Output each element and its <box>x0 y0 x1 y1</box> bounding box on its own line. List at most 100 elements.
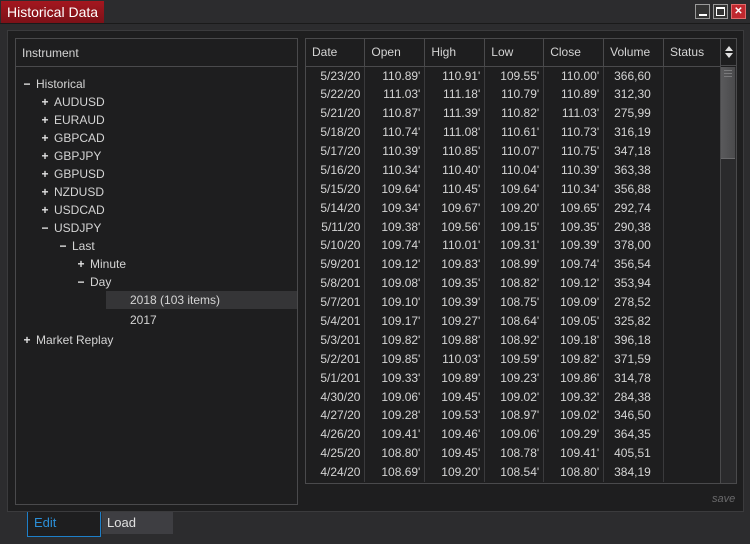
expand-icon[interactable]: + <box>40 147 50 165</box>
table-row[interactable]: 4/26/20 109.41' 109.46' 109.06' 109.29' 364,3… <box>306 424 722 444</box>
table-row[interactable]: 4/24/20 108.69' 109.20' 108.54' 108.80' 384,1… <box>306 462 722 482</box>
table-row[interactable]: 5/3/201 109.82' 109.88' 108.92' 109.18' 396,1… <box>306 330 722 350</box>
cell-date: 5/21/20 <box>306 103 366 123</box>
table-row[interactable]: 5/23/20 110.89' 110.91' 109.55' 110.00' 366,6… <box>306 66 722 85</box>
table-row[interactable]: 5/17/20 110.39' 110.85' 110.07' 110.75' 347,1… <box>306 141 722 161</box>
column-header-date[interactable]: Date <box>306 39 366 67</box>
cell-close: 109.65' <box>543 198 605 218</box>
tree-item[interactable]: + GBPJPY <box>16 147 297 165</box>
cell-date: 4/25/20 <box>306 443 366 463</box>
expand-icon[interactable]: + <box>40 111 50 129</box>
maximize-button[interactable] <box>713 4 728 19</box>
tree-item[interactable]: + USDCAD <box>16 201 297 219</box>
expand-icon[interactable]: + <box>22 331 32 349</box>
collapse-icon[interactable]: − <box>58 237 68 255</box>
tree-item[interactable]: − USDJPY <box>16 219 297 237</box>
cell-low: 110.79' <box>484 84 545 104</box>
column-header-close[interactable]: Close <box>543 39 605 67</box>
table-row[interactable]: 5/1/201 109.33' 109.89' 109.23' 109.86' 314,7… <box>306 368 722 388</box>
cell-open: 109.85' <box>364 349 426 369</box>
tree-item[interactable]: + NZDUSD <box>16 183 297 201</box>
cell-status <box>663 198 722 218</box>
scroll-up-icon[interactable] <box>724 46 733 51</box>
table-row[interactable]: 5/18/20 110.74' 111.08' 110.61' 110.73' 316,1… <box>306 122 722 142</box>
cell-low: 108.54' <box>484 462 545 482</box>
table-row[interactable]: 4/30/20 109.06' 109.45' 109.02' 109.32' 284,3… <box>306 387 722 407</box>
table-row[interactable]: 5/10/20 109.74' 110.01' 109.31' 109.39' 378,0… <box>306 236 722 255</box>
tree-item[interactable]: − Last <box>16 237 297 255</box>
table-row[interactable]: 5/15/20 109.64' 110.45' 109.64' 110.34' 356,8… <box>306 179 722 199</box>
save-link[interactable]: save <box>712 493 735 505</box>
column-header-open[interactable]: Open <box>364 39 426 67</box>
close-icon: ✕ <box>734 6 743 17</box>
cell-open: 109.82' <box>364 330 426 350</box>
cell-high: 111.18' <box>424 84 486 104</box>
expand-icon[interactable]: + <box>40 165 50 183</box>
close-button[interactable]: ✕ <box>731 4 746 19</box>
cell-status <box>663 330 722 350</box>
table-row[interactable]: 4/25/20 108.80' 109.45' 108.78' 109.41' 405,5… <box>306 443 722 463</box>
cell-status <box>663 368 722 388</box>
cell-volume: 312,30 <box>603 84 665 104</box>
table-row[interactable]: 5/14/20 109.34' 109.67' 109.20' 109.65' 292,7… <box>306 198 722 218</box>
expand-icon[interactable]: + <box>40 93 50 111</box>
vertical-scrollbar[interactable] <box>720 39 736 483</box>
minimize-button[interactable] <box>695 4 710 19</box>
table-row[interactable]: 5/7/201 109.10' 109.39' 108.75' 109.09' 278,5… <box>306 292 722 312</box>
cell-close: 110.00' <box>543 66 605 85</box>
cell-high: 109.67' <box>424 198 486 218</box>
table-row[interactable]: 5/16/20 110.34' 110.40' 110.04' 110.39' 363,3… <box>306 160 722 180</box>
cell-open: 111.03' <box>364 84 426 104</box>
table-row[interactable]: 4/27/20 109.28' 109.53' 108.97' 109.02' 346,5… <box>306 406 722 425</box>
cell-volume: 396,18 <box>603 330 665 350</box>
tab-load[interactable]: Load <box>102 512 173 534</box>
cell-volume: 346,50 <box>603 406 665 425</box>
expand-icon[interactable]: + <box>40 129 50 147</box>
column-header-high[interactable]: High <box>424 39 486 67</box>
expand-icon[interactable]: + <box>40 201 50 219</box>
expand-icon[interactable]: + <box>40 183 50 201</box>
tree-item[interactable]: 2017 <box>16 311 297 329</box>
tree-item[interactable]: + GBPCAD <box>16 129 297 147</box>
tree-item[interactable]: + AUDUSD <box>16 93 297 111</box>
scroll-thumb[interactable] <box>721 67 735 159</box>
cell-date: 5/4/201 <box>306 311 366 331</box>
grip-line <box>724 76 732 77</box>
tree-item[interactable]: 2018 (103 items) <box>106 291 297 309</box>
tree-item[interactable]: − Day <box>16 273 297 291</box>
table-row[interactable]: 5/8/201 109.08' 109.35' 108.82' 109.12' 353,9… <box>306 273 722 293</box>
scroll-track[interactable] <box>721 67 736 483</box>
tab-edit[interactable]: Edit <box>27 512 101 537</box>
cell-high: 110.40' <box>424 160 486 180</box>
scroll-down-icon[interactable] <box>724 53 733 58</box>
cell-high: 109.83' <box>424 254 486 274</box>
collapse-icon[interactable]: − <box>22 75 32 93</box>
cell-volume: 363,38 <box>603 160 665 180</box>
tree-item[interactable]: + Minute <box>16 255 297 273</box>
table-row[interactable]: 5/11/20 109.38' 109.56' 109.15' 109.35' 290,3… <box>306 217 722 237</box>
tree-item[interactable]: + GBPUSD <box>16 165 297 183</box>
tree-item[interactable]: − Historical <box>16 75 297 93</box>
tree-item-label: GBPJPY <box>54 149 102 163</box>
cell-low: 109.23' <box>484 368 545 388</box>
tree-item[interactable]: + EURAUD <box>16 111 297 129</box>
table-row[interactable]: 5/21/20 110.87' 111.39' 110.82' 111.03' 275,9… <box>306 103 722 123</box>
table-row[interactable]: 5/9/201 109.12' 109.83' 108.99' 109.74' 356,5… <box>306 254 722 274</box>
table-row[interactable]: 5/4/201 109.17' 109.27' 108.64' 109.05' 325,8… <box>306 311 722 331</box>
collapse-icon[interactable]: − <box>40 219 50 237</box>
cell-status <box>663 349 722 369</box>
cell-close: 109.32' <box>543 387 605 407</box>
tree-item[interactable]: + Market Replay <box>16 331 297 349</box>
column-header-volume[interactable]: Volume <box>603 39 665 67</box>
expand-icon[interactable]: + <box>76 255 86 273</box>
grip-line <box>724 70 732 71</box>
instrument-tree: − Historical + AUDUSD + EURAUD + GBPCAD + GBPJPY +… <box>16 67 297 349</box>
table-row[interactable]: 5/22/20 111.03' 111.18' 110.79' 110.89' 312,3… <box>306 84 722 104</box>
table-row[interactable]: 5/2/201 109.85' 110.03' 109.59' 109.82' 371,5… <box>306 349 722 369</box>
cell-volume: 384,19 <box>603 462 665 482</box>
column-header-status[interactable]: Status <box>663 39 722 67</box>
collapse-icon[interactable]: − <box>76 273 86 291</box>
cell-status <box>663 311 722 331</box>
cell-volume: 292,74 <box>603 198 665 218</box>
column-header-low[interactable]: Low <box>484 39 545 67</box>
